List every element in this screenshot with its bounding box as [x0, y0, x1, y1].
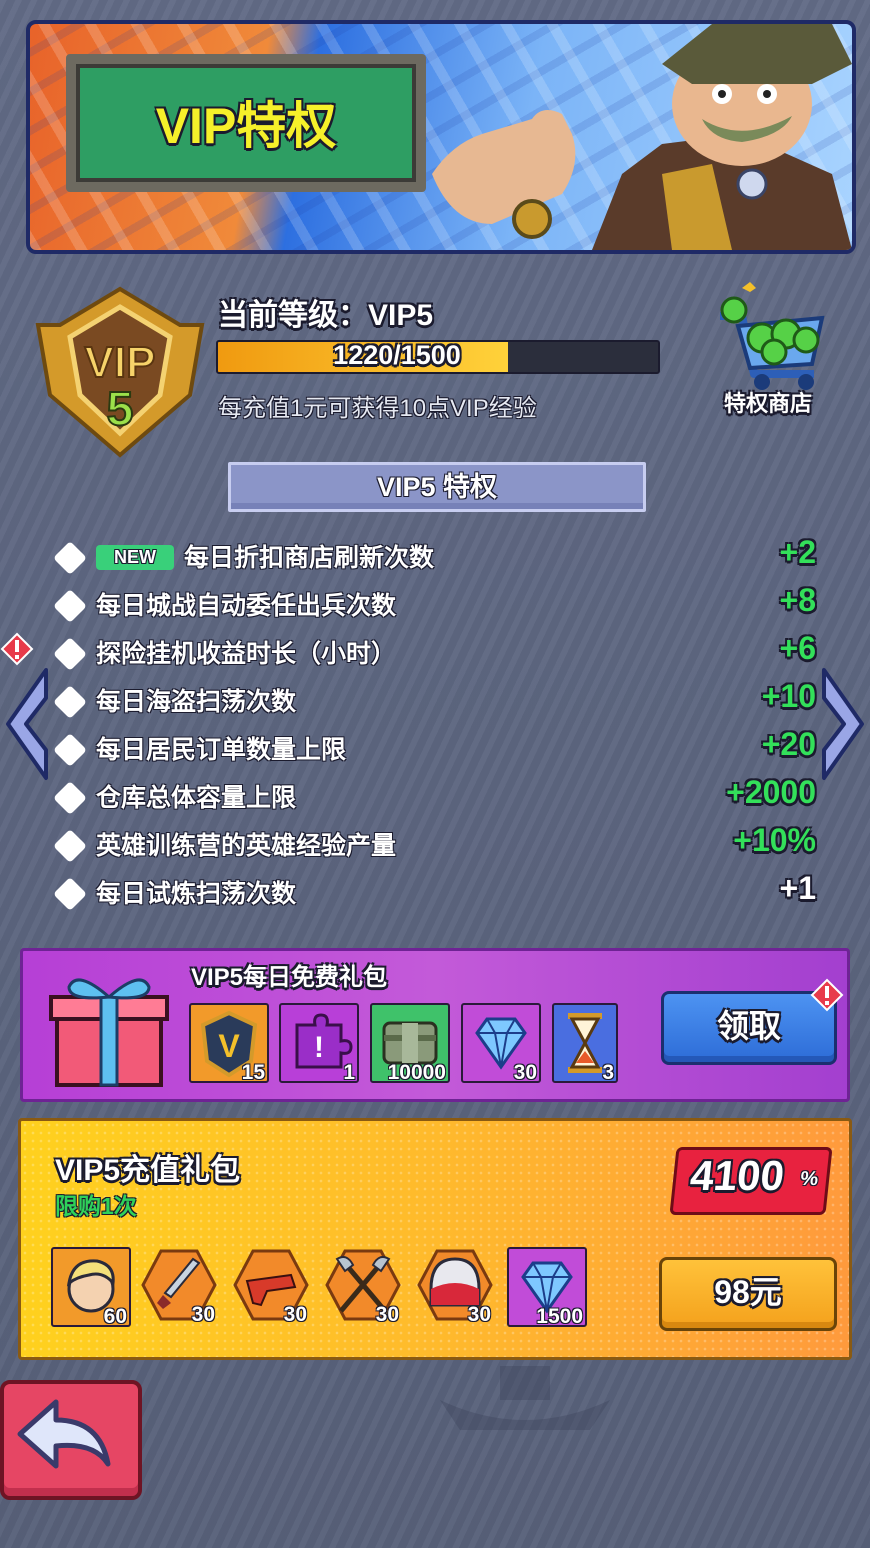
gift-box-icon	[49, 978, 169, 1087]
vip-exp-progress-bar: 1220/1500	[216, 340, 660, 374]
privilege-section-header: VIP5 特权	[228, 462, 646, 512]
shopping-cart-icon	[720, 282, 825, 390]
privilege-row: NEW 每日折扣商店刷新次数 +2	[53, 532, 816, 580]
vip-exp-note: 每充值1元可获得10点VIP经验	[218, 395, 537, 422]
reward-item[interactable]: 30	[325, 1247, 401, 1326]
item-quantity: 1500	[536, 1305, 583, 1328]
bullet-icon	[53, 637, 87, 671]
new-badge: NEW	[96, 545, 174, 570]
item-quantity: 30	[467, 1303, 491, 1326]
reward-item[interactable]: 30	[141, 1247, 217, 1326]
current-level-label: 当前等级：VIP5	[218, 299, 434, 332]
privilege-list[interactable]: NEW 每日折扣商店刷新次数 +2 每日城战自动委任出兵次数 +8 探险挂机收益时…	[0, 524, 870, 924]
value-percentage: 4100	[688, 1152, 787, 1199]
recharge-pack-title: VIP5充值礼包	[55, 1154, 241, 1187]
badge-vip-text: VIP	[85, 338, 156, 387]
privilege-label: 每日试炼扫荡次数	[96, 880, 297, 908]
privilege-row: 每日海盗扫荡次数 +10	[53, 676, 816, 724]
value-percentage-tag: 4100 %	[669, 1147, 833, 1215]
bullet-icon	[53, 685, 87, 719]
privilege-label: 每日城战自动委任出兵次数	[96, 592, 397, 620]
daily-free-pack: VIP5每日免费礼包 V 15 ! 1 10000 30 3 领取	[20, 948, 850, 1102]
reward-item[interactable]: 60	[51, 1247, 131, 1328]
reward-item[interactable]: 30	[461, 1003, 541, 1084]
vip-exp-progress-text: 1220/1500	[333, 340, 461, 370]
item-quantity: 30	[513, 1061, 537, 1084]
privilege-shop-button[interactable]: 特权商店	[706, 278, 830, 418]
buy-button[interactable]: 98元	[659, 1257, 837, 1331]
bullet-icon	[53, 589, 87, 623]
privilege-value: +8	[779, 582, 816, 618]
next-level-arrow-icon[interactable]	[820, 666, 866, 782]
svg-text:V: V	[218, 1028, 240, 1064]
privilege-value: +1	[779, 870, 816, 906]
value-percentage-unit: %	[799, 1168, 820, 1190]
privilege-row: 每日试炼扫荡次数 +1	[53, 868, 816, 916]
back-button[interactable]	[0, 1380, 142, 1500]
reward-item[interactable]: 1500	[507, 1247, 587, 1328]
privilege-row: 每日城战自动委任出兵次数 +8	[53, 580, 816, 628]
privilege-value: +2000	[726, 774, 816, 810]
recharge-pack: VIP5充值礼包 限购1次 4100 % 60 30 30 30 30 1500…	[18, 1118, 852, 1360]
item-quantity: 1	[343, 1061, 355, 1084]
alert-icon	[0, 632, 34, 666]
item-quantity: 30	[191, 1303, 215, 1326]
back-arrow-icon	[17, 1399, 111, 1469]
item-quantity: 30	[283, 1303, 307, 1326]
reward-item[interactable]: ! 1	[279, 1003, 359, 1084]
alert-icon	[810, 978, 844, 1012]
reward-item[interactable]: V 15	[189, 1003, 269, 1084]
ship-watermark-icon	[440, 1366, 610, 1430]
page-title: VIP特权	[155, 98, 337, 154]
privilege-label: 每日居民订单数量上限	[96, 736, 347, 764]
mascot-illustration	[432, 24, 852, 250]
bullet-icon	[53, 877, 87, 911]
badge-level-number: 5	[107, 383, 134, 436]
reward-item[interactable]: 10000	[370, 1003, 450, 1084]
privilege-label: 每日折扣商店刷新次数	[184, 544, 435, 572]
privilege-label: 探险挂机收益时长（小时）	[96, 640, 397, 668]
privilege-label: 每日海盗扫荡次数	[96, 688, 297, 716]
daily-pack-title: VIP5每日免费礼包	[191, 964, 388, 991]
privilege-row: 每日居民订单数量上限 +20	[53, 724, 816, 772]
bullet-icon	[53, 541, 87, 575]
privilege-value: +2	[779, 534, 816, 570]
bullet-icon	[53, 829, 87, 863]
privilege-value: +6	[779, 630, 816, 666]
item-quantity: 30	[375, 1303, 399, 1326]
purchase-limit-label: 限购1次	[55, 1193, 137, 1219]
privilege-label: 英雄训练营的英雄经验产量	[96, 832, 397, 860]
privilege-row: 仓库总体容量上限 +2000	[53, 772, 816, 820]
item-quantity: 10000	[387, 1061, 446, 1084]
privilege-label: 仓库总体容量上限	[96, 784, 297, 812]
item-quantity: 60	[103, 1305, 127, 1328]
bullet-icon	[53, 781, 87, 815]
bullet-icon	[53, 733, 87, 767]
reward-item[interactable]: 30	[233, 1247, 309, 1326]
privilege-row: 英雄训练营的英雄经验产量 +10%	[53, 820, 816, 868]
vip-banner: VIP特权	[26, 20, 856, 254]
item-quantity: 3	[602, 1061, 614, 1084]
privilege-value: +10	[761, 678, 816, 714]
privilege-value: +10%	[733, 822, 816, 858]
privilege-row: 探险挂机收益时长（小时） +6	[53, 628, 816, 676]
reward-item[interactable]: 3	[552, 1003, 618, 1084]
vip-level-badge: VIP 5	[35, 286, 205, 458]
reward-item[interactable]: 30	[417, 1247, 493, 1326]
privilege-value: +20	[761, 726, 816, 762]
privilege-shop-label: 特权商店	[723, 391, 812, 416]
previous-level-arrow-icon[interactable]	[4, 666, 50, 782]
banner-sign: VIP特权	[66, 54, 426, 192]
item-quantity: 15	[241, 1061, 265, 1084]
svg-text:!: !	[314, 1031, 324, 1064]
